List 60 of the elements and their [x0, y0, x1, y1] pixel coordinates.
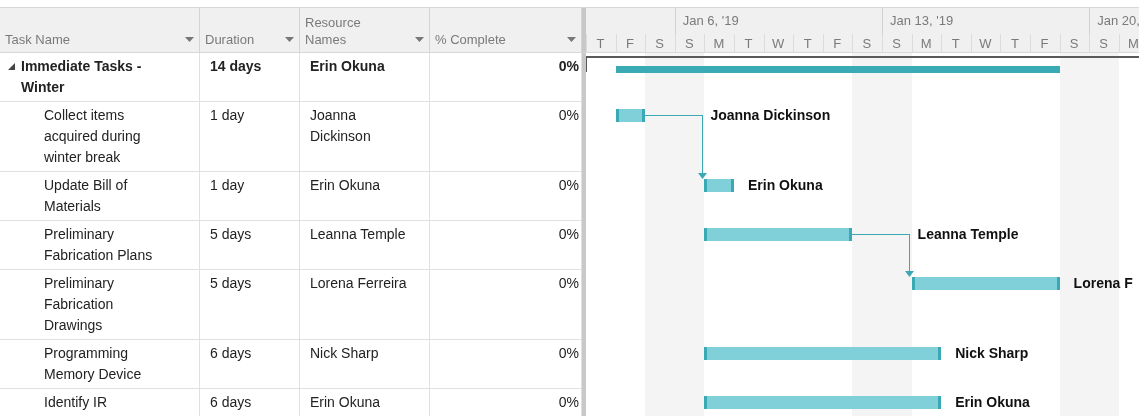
task-name: Programming Memory Device — [44, 344, 143, 384]
duration: 14 days — [210, 58, 262, 74]
week-label: Jan 13, '19 — [890, 12, 954, 30]
column-header[interactable]: Task Name — [5, 31, 71, 48]
day-label: T — [743, 35, 754, 52]
percent-complete: 0% — [558, 58, 579, 74]
resource-name: Erin Okuna — [310, 176, 382, 195]
resource-name: Erin Okuna — [310, 57, 386, 76]
bar-label: Erin Okuna — [748, 176, 823, 194]
task-name: Update Bill of Materials — [44, 176, 129, 216]
bar-label: Nick Sharp — [955, 344, 1029, 362]
duration: 6 days — [210, 345, 252, 361]
day-label: S — [654, 35, 665, 52]
percent-complete: 0% — [558, 177, 579, 193]
day-label: S — [861, 35, 873, 52]
percent-complete: 0% — [558, 345, 579, 361]
bar-label: Leanna Temple — [917, 225, 1019, 243]
day-label: F — [832, 35, 843, 52]
day-label: M — [919, 35, 933, 52]
percent-complete: 0% — [558, 107, 579, 123]
day-label: W — [770, 35, 786, 52]
day-label: T — [595, 35, 606, 52]
week-label: Jan 20, — [1097, 12, 1139, 30]
day-label: W — [978, 35, 993, 52]
bar-label: Erin Okuna — [955, 393, 1030, 411]
day-label: F — [1039, 35, 1050, 52]
day-label: T — [950, 35, 961, 52]
day-label: M — [712, 35, 726, 52]
resource-name: Lorena Ferreira — [310, 274, 408, 293]
task-name: Immediate Tasks - Winter — [21, 57, 143, 97]
day-label: T — [802, 35, 813, 52]
column-header[interactable]: Resource Names — [305, 14, 375, 48]
task-name: Collect items acquired during winter break — [44, 106, 142, 167]
resource-name: Leanna Temple — [310, 225, 407, 244]
bar-label: Joanna Dickinson — [710, 106, 831, 124]
percent-complete: 0% — [558, 226, 579, 242]
resource-name: Nick Sharp — [310, 344, 380, 363]
resource-name: Erin Okuna — [310, 393, 382, 412]
task-name: Identify IR — [44, 393, 109, 412]
duration: 1 day — [210, 107, 245, 123]
day-label: S — [891, 35, 902, 52]
day-label: T — [1009, 35, 1020, 52]
duration: 5 days — [210, 226, 252, 242]
day-label: S — [1068, 35, 1080, 52]
day-label: M — [1126, 35, 1139, 52]
percent-complete: 0% — [558, 394, 579, 410]
day-label: S — [1098, 35, 1109, 52]
column-header[interactable]: % Complete — [435, 31, 506, 48]
column-header[interactable]: Duration — [205, 31, 255, 48]
week-label: Jan 6, '19 — [682, 12, 739, 30]
day-label: S — [683, 35, 695, 52]
percent-complete: 0% — [558, 275, 579, 291]
task-name: Preliminary Fabrication Drawings — [44, 274, 115, 335]
duration: 5 days — [210, 275, 252, 291]
duration: 6 days — [210, 394, 252, 410]
bar-label: Lorena F — [1073, 274, 1133, 292]
resource-name: Joanna Dickinson — [310, 106, 372, 146]
duration: 1 day — [210, 177, 245, 193]
task-name: Preliminary Fabrication Plans — [44, 225, 154, 265]
day-label: F — [625, 35, 636, 52]
